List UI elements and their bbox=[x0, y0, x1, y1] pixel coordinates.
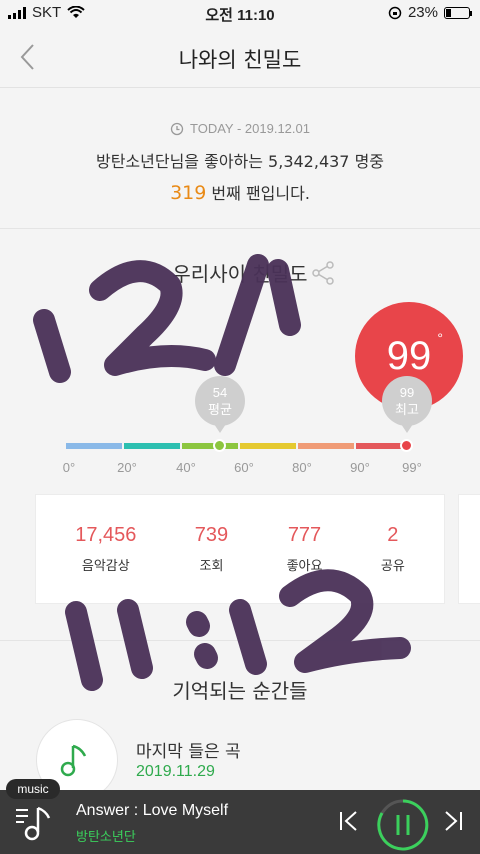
scale-tick-label: 20° bbox=[117, 460, 137, 475]
battery-percent: 23% bbox=[407, 4, 438, 21]
page-title: 나와의 친밀도 bbox=[178, 48, 302, 72]
stat-item: 2 공유 bbox=[381, 524, 405, 574]
music-tag[interactable]: music bbox=[6, 779, 60, 799]
next-card-peek[interactable] bbox=[458, 494, 480, 604]
artist-name[interactable]: 방탄소년단 bbox=[76, 826, 136, 845]
fan-rank-suffix: 번째 팬입니다. bbox=[211, 184, 310, 203]
stat-item: 17,456 음악감상 bbox=[75, 524, 136, 574]
scale-segment bbox=[124, 443, 180, 449]
moments-title: 기억되는 순간들 bbox=[172, 679, 308, 703]
last-song-label: 마지막 들은 곡 bbox=[136, 742, 241, 762]
pause-button[interactable] bbox=[376, 798, 430, 852]
previous-track-icon[interactable] bbox=[338, 810, 360, 832]
intimacy-scale-bar bbox=[66, 443, 412, 449]
player-menu-icon[interactable] bbox=[14, 802, 54, 842]
music-note-icon bbox=[60, 744, 87, 777]
status-bar: SKT 오전 11:10 23% bbox=[0, 0, 480, 28]
stat-label: 공유 bbox=[380, 559, 405, 574]
moments-section: 기억되는 순간들 마지막 들은 곡 2019.11.29 bbox=[0, 640, 480, 801]
scale-tick-label: 60° bbox=[234, 460, 254, 475]
share-icon[interactable] bbox=[310, 260, 336, 286]
stat-item: 739 조회 bbox=[195, 524, 228, 574]
stats-card[interactable]: 17,456 음악감상 739 조회 777 좋아요 2 공유 bbox=[35, 494, 445, 604]
song-title[interactable]: Answer : Love Myself bbox=[76, 802, 228, 820]
today-date: TODAY - 2019.12.01 bbox=[190, 121, 310, 136]
stat-value: 2 bbox=[387, 524, 399, 546]
scale-tick-label: 90° bbox=[350, 460, 370, 475]
scale-tick-label: 99° bbox=[402, 460, 422, 475]
mini-player[interactable]: Answer : Love Myself 방탄소년단 bbox=[0, 790, 480, 854]
fan-rank: 319 bbox=[170, 182, 207, 204]
intimacy-title: 우리사이 친밀도 bbox=[172, 262, 308, 286]
rotation-lock-icon bbox=[388, 6, 402, 19]
next-track-icon[interactable] bbox=[442, 810, 464, 832]
scale-segment bbox=[182, 443, 238, 449]
header: 나와의 친밀도 bbox=[0, 28, 480, 88]
max-bubble: 99 최고 bbox=[382, 376, 432, 433]
stat-item: 777 좋아요 bbox=[287, 524, 323, 574]
stat-label: 좋아요 bbox=[286, 559, 323, 574]
stat-value: 777 bbox=[287, 524, 322, 546]
last-song-date: 2019.11.29 bbox=[136, 763, 215, 780]
clock-icon bbox=[170, 122, 184, 135]
today-panel: TODAY - 2019.12.01 방탄소년단님을 좋아하는 5,342,43… bbox=[0, 89, 480, 229]
scale-segment bbox=[66, 443, 122, 449]
scale-segment bbox=[298, 443, 354, 449]
scale-tick-label: 40° bbox=[176, 460, 196, 475]
battery-icon bbox=[444, 6, 472, 19]
scale-segment bbox=[240, 443, 296, 449]
average-bubble: 54 평균 bbox=[195, 376, 245, 433]
average-marker bbox=[213, 439, 226, 452]
score-marker bbox=[400, 439, 413, 452]
stat-label: 조회 bbox=[199, 559, 224, 574]
intimacy-section: 우리사이 친밀도 99 ° 54 평균 99 최고 0° 20° 40° 60° 80°… bbox=[0, 230, 480, 640]
fan-count-text: 방탄소년단님을 좋아하는 5,342,437 명중 bbox=[95, 152, 385, 171]
stat-label: 음악감상 bbox=[81, 559, 130, 574]
stat-value: 17,456 bbox=[75, 524, 137, 546]
scale-tick-label: 0° bbox=[62, 460, 76, 475]
stat-value: 739 bbox=[194, 524, 229, 546]
scale-tick-label: 80° bbox=[292, 460, 312, 475]
